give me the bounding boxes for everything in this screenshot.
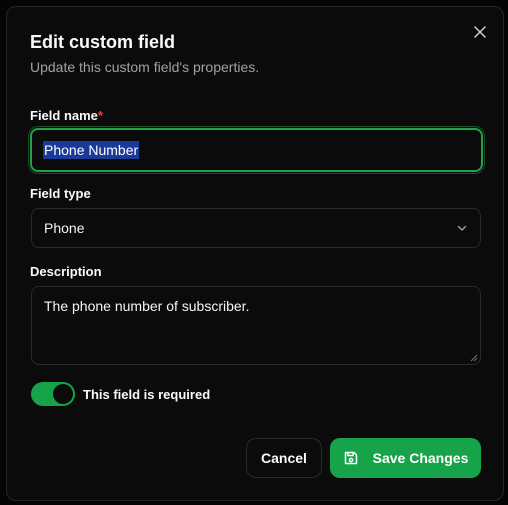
field-type-label: Field type — [30, 186, 91, 201]
save-changes-button[interactable]: Save Changes — [330, 438, 481, 478]
dialog-title: Edit custom field — [30, 32, 176, 52]
field-type-value: Phone — [44, 220, 85, 236]
field-name-value: Phone Number — [43, 141, 140, 159]
toggle-knob — [53, 384, 73, 404]
field-name-label-text: Field name — [30, 108, 98, 123]
close-icon — [474, 26, 486, 38]
dialog-subtitle: Update this custom field's properties. — [30, 59, 260, 75]
required-toggle-label: This field is required — [83, 387, 211, 402]
field-name-input[interactable]: Phone Number — [30, 128, 483, 172]
chevron-down-icon — [457, 225, 467, 231]
description-label: Description — [30, 264, 102, 279]
field-type-select[interactable]: Phone — [31, 208, 481, 248]
field-name-label: Field name* — [30, 108, 103, 123]
description-value: The phone number of subscriber. — [44, 298, 250, 314]
cancel-button[interactable]: Cancel — [246, 438, 322, 478]
save-changes-label: Save Changes — [372, 450, 469, 466]
required-toggle[interactable] — [31, 382, 75, 406]
description-textarea[interactable]: The phone number of subscriber. — [31, 286, 481, 365]
edit-custom-field-dialog: Edit custom field Update this custom fie… — [6, 6, 504, 501]
save-icon — [344, 451, 357, 465]
close-button[interactable] — [471, 23, 489, 41]
resize-grip-icon[interactable] — [470, 354, 478, 362]
required-mark: * — [97, 108, 103, 123]
